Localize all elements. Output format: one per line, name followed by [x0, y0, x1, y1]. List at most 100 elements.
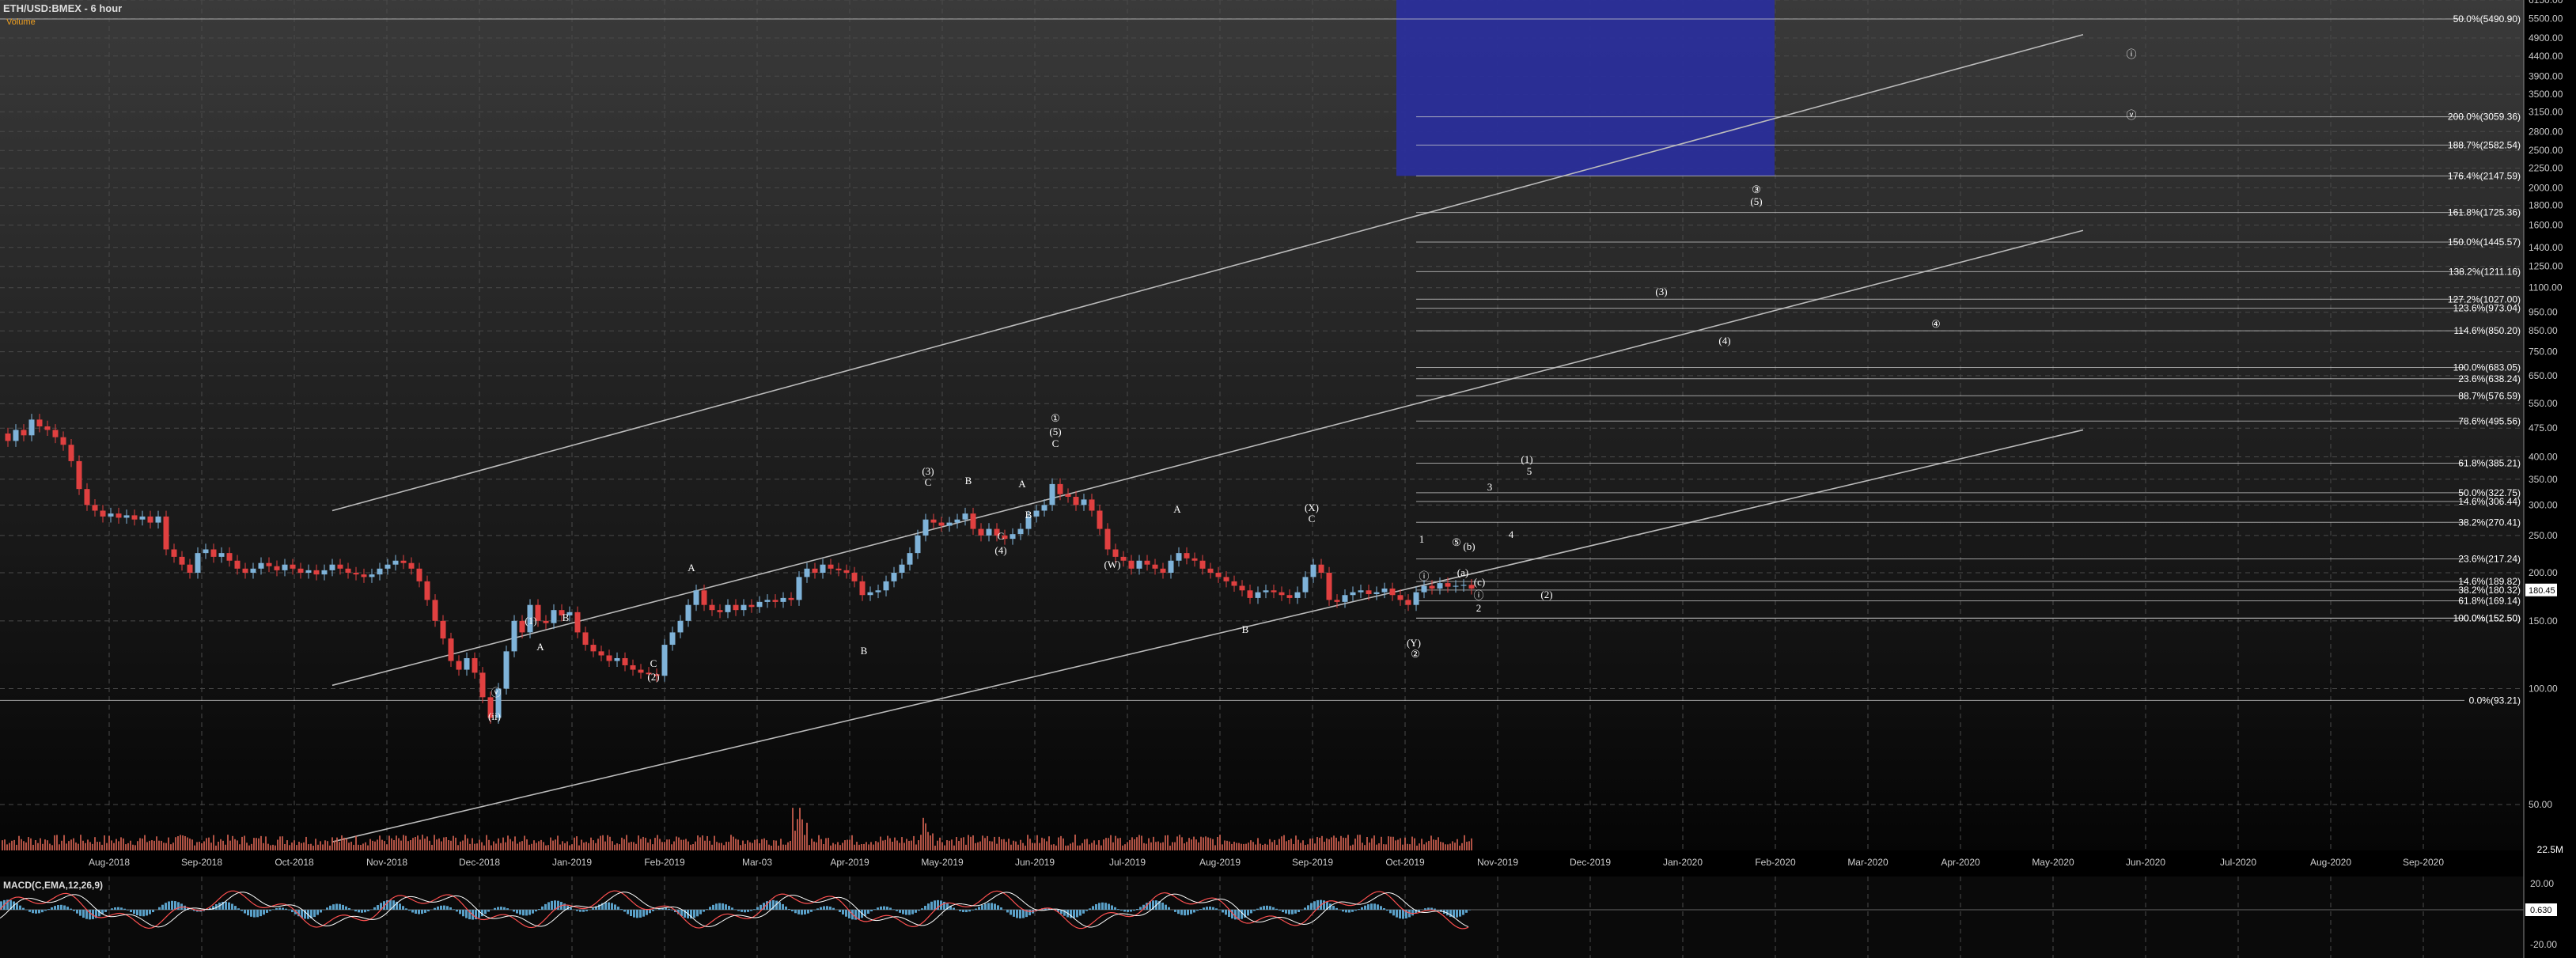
volume-bar: [436, 839, 438, 850]
volume-bar: [607, 835, 608, 850]
macd-histogram-bar: [1383, 908, 1385, 910]
macd-signal-line: [572, 905, 577, 907]
macd-histogram-bar: [791, 910, 794, 911]
volume-bar: [1464, 835, 1465, 850]
chart-canvas[interactable]: 50.0%(5490.90) 200.0%(3059.36) 188.7%(2582…: [0, 0, 2576, 958]
volume-bar: [576, 836, 578, 850]
candle-body: [962, 513, 968, 520]
candle-body: [820, 564, 826, 574]
volume-bar: [903, 843, 905, 850]
volume-bar: [756, 839, 758, 850]
macd-histogram-bar: [1184, 910, 1186, 916]
macd-histogram-bar: [1199, 909, 1202, 910]
y-tick-label: 1250.00: [2529, 261, 2563, 272]
macd-histogram-bar: [146, 910, 148, 916]
volume-bar: [13, 839, 15, 850]
macd-histogram-bar: [1218, 910, 1221, 911]
volume-bar: [47, 840, 48, 850]
volume-bar: [229, 840, 231, 850]
volume-bar: [949, 840, 950, 850]
wave-label: (a): [1457, 566, 1468, 578]
macd-line: [993, 890, 998, 892]
volume-bar: [1400, 838, 1401, 850]
volume-bar: [104, 835, 105, 850]
candle-body: [748, 604, 755, 608]
volume-bar: [21, 839, 22, 850]
macd-line: [803, 903, 808, 904]
fib-label: 38.2%(270.41): [2458, 517, 2521, 528]
volume-bar: [239, 844, 241, 850]
candle-body: [741, 604, 747, 611]
x-tick-label: Dec-2018: [459, 857, 500, 868]
volume-bar: [593, 840, 594, 850]
volume-bar: [70, 839, 72, 850]
macd-line: [566, 904, 570, 907]
macd-line: [778, 893, 782, 896]
candle-body: [424, 581, 430, 600]
volume-bar: [1414, 838, 1415, 850]
macd-histogram-bar: [1282, 910, 1284, 913]
candle-body: [13, 430, 19, 441]
volume-bar: [248, 845, 250, 850]
volume-bar: [616, 843, 618, 850]
candle-body: [1326, 573, 1332, 600]
volume-bar: [286, 840, 288, 850]
y-tick-label: 1800.00: [2529, 200, 2563, 211]
candle-body: [543, 620, 549, 623]
candle-body: [282, 564, 288, 570]
volume-bar: [279, 836, 281, 850]
macd-histogram-bar: [320, 910, 322, 913]
volume-bar: [811, 839, 813, 850]
macd-histogram-bar: [1190, 910, 1192, 914]
macd-histogram-bar: [117, 907, 119, 910]
volume-bar: [1369, 843, 1370, 850]
x-tick-label: Apr-2020: [1941, 857, 1980, 868]
volume-bar: [847, 839, 848, 850]
candle-body: [385, 564, 391, 569]
macd-histogram-bar: [750, 910, 752, 911]
x-tick-label: Sep-2019: [1292, 857, 1333, 868]
volume-bar: [1077, 845, 1078, 850]
volume-bar: [1003, 839, 1005, 850]
volume-bar: [419, 839, 421, 850]
volume-bar: [1044, 839, 1045, 850]
volume-bar: [1008, 839, 1010, 850]
volume-bar: [1300, 843, 1301, 850]
macd-histogram-bar: [1361, 907, 1363, 910]
volume-bar: [996, 843, 998, 850]
candle-body: [828, 564, 834, 569]
volume-bar: [350, 841, 352, 850]
volume-bar: [1034, 843, 1036, 850]
volume-bar: [1063, 838, 1064, 850]
wave-label: B: [563, 612, 570, 623]
macd-signal-line: [838, 896, 843, 899]
volume-bar: [680, 839, 682, 850]
volume-bar: [889, 838, 891, 850]
volume-bar: [1036, 835, 1038, 850]
macd-histogram-bar: [329, 905, 331, 910]
candle-body: [1445, 583, 1451, 587]
volume-bar: [161, 840, 162, 850]
volume-bar: [1207, 837, 1209, 850]
volume-bar: [116, 839, 117, 850]
y-tick-label: 1100.00: [2529, 282, 2563, 293]
volume-bar: [1096, 844, 1097, 850]
macd-histogram-bar: [1294, 910, 1297, 914]
candle-body: [930, 519, 937, 523]
volume-bar: [500, 843, 502, 850]
volume-bar: [123, 838, 124, 850]
volume-bar: [799, 808, 801, 850]
candle-body: [187, 564, 193, 574]
macd-histogram-bar: [1117, 909, 1119, 910]
volume-bar: [747, 840, 748, 850]
volume-bar: [1112, 842, 1114, 850]
volume-bar: [1046, 841, 1047, 850]
macd-signal-line: [955, 903, 960, 905]
volume-bar: [1407, 843, 1408, 850]
volume-bar: [317, 844, 319, 850]
wave-label: (Y): [1407, 637, 1421, 649]
volume-bar: [457, 845, 459, 850]
volume-bar: [673, 841, 675, 850]
macd-histogram-bar: [839, 910, 841, 912]
candle-body: [369, 574, 375, 577]
